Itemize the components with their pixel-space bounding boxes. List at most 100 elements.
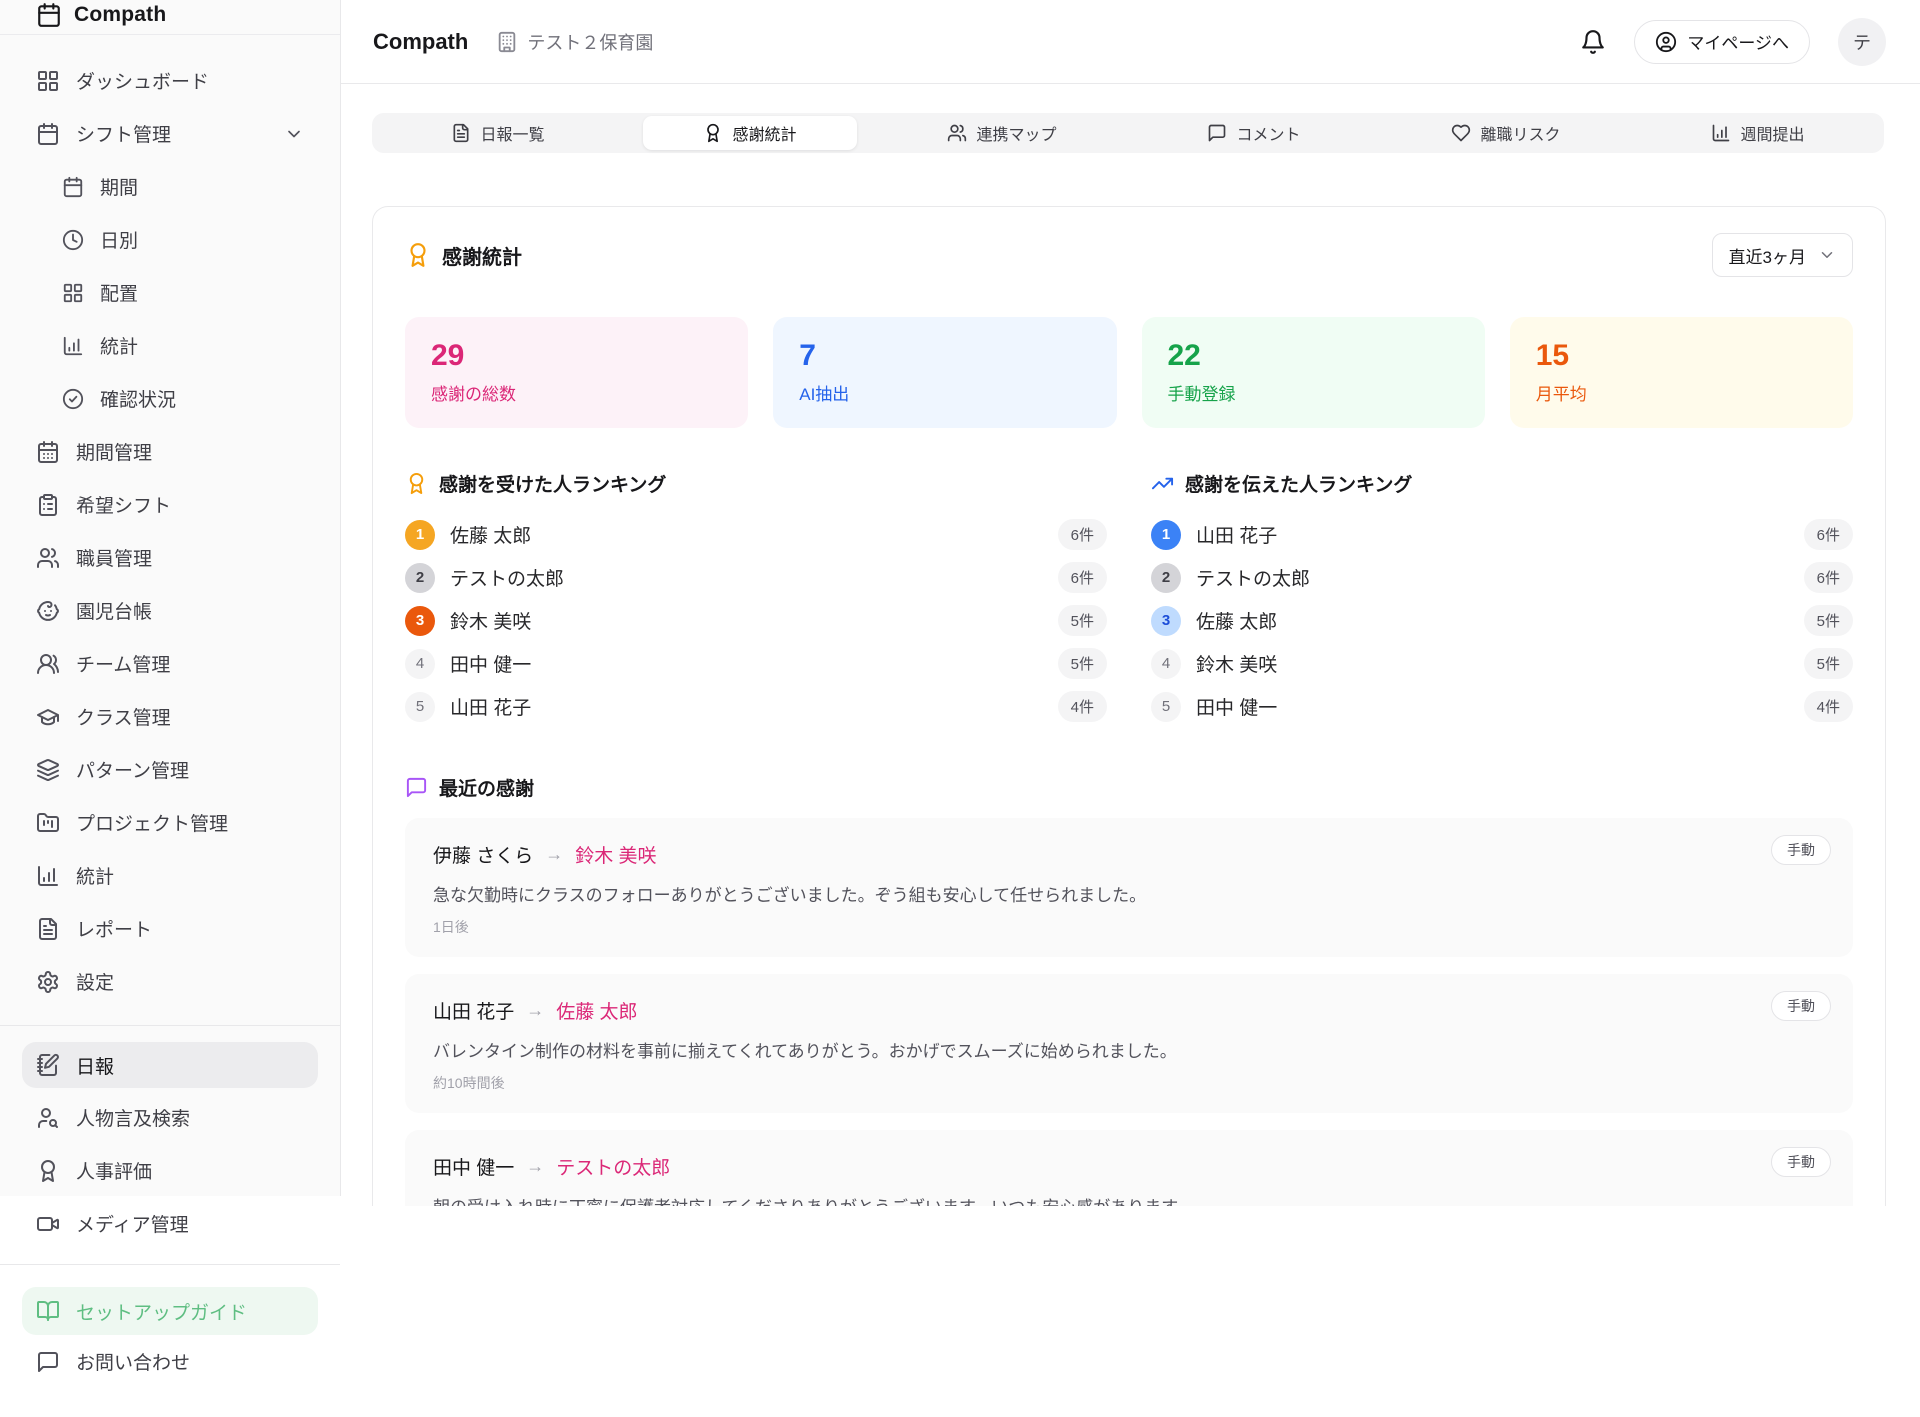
sidebar-item-statistics[interactable]: 統計 bbox=[22, 849, 318, 902]
gratitude-to-name[interactable]: 鈴木 美咲 bbox=[575, 841, 656, 868]
sidebar-item-label: 期間管理 bbox=[76, 438, 152, 465]
sidebar-item-label: セットアップガイド bbox=[76, 1298, 247, 1325]
sidebar-item-daily-report[interactable]: 日報 bbox=[22, 1042, 318, 1088]
tab-label: 日報一覧 bbox=[480, 121, 544, 145]
sidebar-item-hr-evaluation[interactable]: 人事評価 bbox=[22, 1144, 318, 1197]
ranking-name: テストの太郎 bbox=[450, 564, 564, 591]
sidebar-item-label: 配置 bbox=[100, 279, 138, 306]
organization-label: テスト２保育園 bbox=[527, 29, 653, 55]
sidebar-logo[interactable]: Compath bbox=[0, 0, 340, 35]
gratitude-card: 田中 健一 → テストの太郎 朝の受け入れ時に丁寧に保護者対応してくださりありが… bbox=[405, 1130, 1853, 1206]
sidebar-item-label: 希望シフト bbox=[76, 491, 171, 518]
rank-badge: 2 bbox=[405, 563, 435, 593]
stat-card-total-gratitude: 29 感謝の総数 bbox=[405, 317, 748, 428]
stat-cards: 29 感謝の総数 7 AI抽出 22 手動登録 15 月平均 bbox=[405, 317, 1853, 428]
sidebar-subitem-period[interactable]: 期間 bbox=[22, 160, 318, 213]
rank-badge: 2 bbox=[1151, 563, 1181, 593]
sidebar-item-project-management[interactable]: プロジェクト管理 bbox=[22, 796, 318, 849]
sidebar-item-class-management[interactable]: クラス管理 bbox=[22, 690, 318, 743]
ranking-row: 1 佐藤 太郎 6件 bbox=[405, 513, 1107, 556]
tab-label: 週間提出 bbox=[1740, 121, 1804, 145]
sidebar-item-children-register[interactable]: 園児台帳 bbox=[22, 584, 318, 637]
gratitude-timestamp: 1日後 bbox=[433, 917, 1825, 937]
sidebar-subitem-confirmation-status[interactable]: 確認状況 bbox=[22, 372, 318, 425]
video-icon bbox=[36, 1212, 60, 1236]
sidebar-item-label: チーム管理 bbox=[76, 650, 170, 677]
heart-icon bbox=[1451, 123, 1471, 143]
award-icon bbox=[405, 472, 428, 495]
sidebar-item-report[interactable]: レポート bbox=[22, 902, 318, 955]
rank-badge: 4 bbox=[1151, 649, 1181, 679]
tab-turnover-risk[interactable]: 離職リスク bbox=[1399, 116, 1613, 150]
manual-badge: 手動 bbox=[1771, 835, 1831, 865]
sidebar-item-media-management[interactable]: メディア管理 bbox=[22, 1197, 318, 1250]
tab-gratitude-statistics[interactable]: 感謝統計 bbox=[643, 116, 857, 150]
tab-weekly-submission[interactable]: 週間提出 bbox=[1651, 116, 1865, 150]
bar-chart-icon bbox=[36, 864, 60, 888]
top-header: Compath テスト２保育園 マイページへ テ bbox=[341, 0, 1920, 84]
sidebar-item-shift-requests[interactable]: 希望シフト bbox=[22, 478, 318, 531]
clipboard-list-icon bbox=[36, 493, 60, 517]
sidebar-item-staff-management[interactable]: 職員管理 bbox=[22, 531, 318, 584]
page-title: Compath bbox=[373, 29, 468, 55]
gratitude-to-name[interactable]: 佐藤 太郎 bbox=[556, 997, 637, 1024]
avatar-initial: テ bbox=[1853, 29, 1871, 55]
stat-card-monthly-average: 15 月平均 bbox=[1510, 317, 1853, 428]
sidebar-item-label: クラス管理 bbox=[76, 703, 171, 730]
award-icon bbox=[36, 1159, 60, 1183]
avatar[interactable]: テ bbox=[1838, 18, 1886, 66]
tab-label: 感謝統計 bbox=[732, 121, 796, 145]
sidebar-item-pattern-management[interactable]: パターン管理 bbox=[22, 743, 318, 796]
message-square-icon bbox=[1207, 123, 1227, 143]
bell-icon[interactable] bbox=[1580, 29, 1606, 55]
sidebar-item-team-management[interactable]: チーム管理 bbox=[22, 637, 318, 690]
sidebar-item-label: レポート bbox=[76, 915, 152, 942]
check-circle-icon bbox=[62, 388, 84, 410]
stat-card-manual-registration: 22 手動登録 bbox=[1142, 317, 1485, 428]
tab-collaboration-map[interactable]: 連携マップ bbox=[895, 116, 1109, 150]
rank-badge: 1 bbox=[405, 520, 435, 550]
mypage-button[interactable]: マイページへ bbox=[1634, 20, 1810, 64]
ranking-row: 4 田中 健一 5件 bbox=[405, 642, 1107, 685]
ranking-title-text: 感謝を伝えた人ランキング bbox=[1185, 470, 1412, 497]
chevron-down-icon bbox=[1818, 246, 1836, 264]
panel-title: 感謝統計 bbox=[405, 241, 522, 270]
sidebar-item-setup-guide[interactable]: セットアップガイド bbox=[22, 1287, 318, 1335]
gear-icon bbox=[36, 970, 60, 994]
sidebar-item-label: 園児台帳 bbox=[76, 597, 152, 624]
gratitude-from-name: 伊藤 さくら bbox=[433, 841, 533, 868]
ranking-count-badge: 6件 bbox=[1804, 519, 1853, 550]
ranking-name: 鈴木 美咲 bbox=[450, 607, 531, 634]
ranking-title-text: 感謝を受けた人ランキング bbox=[439, 470, 666, 497]
gratitude-to-name[interactable]: テストの太郎 bbox=[556, 1153, 670, 1180]
tab-label: 連携マップ bbox=[976, 121, 1056, 145]
sidebar-item-settings[interactable]: 設定 bbox=[22, 955, 318, 1008]
received-ranking: 感謝を受けた人ランキング 1 佐藤 太郎 6件 2 テストの太郎 6件 3 鈴木… bbox=[405, 470, 1107, 728]
sidebar-item-period-management[interactable]: 期間管理 bbox=[22, 425, 318, 478]
sidebar-item-label: 職員管理 bbox=[76, 544, 152, 571]
sidebar-subitem-assignment[interactable]: 配置 bbox=[22, 266, 318, 319]
stat-value: 29 bbox=[431, 339, 722, 372]
gratitude-from-name: 田中 健一 bbox=[433, 1153, 514, 1180]
tab-daily-report-list[interactable]: 日報一覧 bbox=[391, 116, 605, 150]
bar-chart-icon bbox=[62, 335, 84, 357]
sidebar-item-person-mention-search[interactable]: 人物言及検索 bbox=[22, 1091, 318, 1144]
sidebar-item-shift-management[interactable]: シフト管理 bbox=[22, 107, 318, 160]
ranking-row: 2 テストの太郎 6件 bbox=[1151, 556, 1853, 599]
file-text-icon bbox=[451, 123, 471, 143]
sidebar-item-label: お問い合わせ bbox=[76, 1348, 190, 1375]
users-icon bbox=[947, 123, 967, 143]
period-filter-dropdown[interactable]: 直近3ヶ月 bbox=[1712, 233, 1853, 277]
arrow-right-glyph: → bbox=[526, 1000, 544, 1021]
sidebar-item-contact[interactable]: お問い合わせ bbox=[22, 1335, 318, 1388]
bar-chart-icon bbox=[1711, 123, 1731, 143]
tab-comments[interactable]: コメント bbox=[1147, 116, 1361, 150]
notebook-pen-icon bbox=[36, 1053, 60, 1077]
sidebar-item-label: 設定 bbox=[76, 968, 114, 995]
clock-icon bbox=[62, 229, 84, 251]
sidebar-item-dashboard[interactable]: ダッシュボード bbox=[22, 54, 318, 107]
sidebar-subitem-daily[interactable]: 日別 bbox=[22, 213, 318, 266]
sidebar-subitem-statistics[interactable]: 統計 bbox=[22, 319, 318, 372]
sidebar-item-label: シフト管理 bbox=[76, 120, 171, 147]
rank-badge: 3 bbox=[1151, 606, 1181, 636]
